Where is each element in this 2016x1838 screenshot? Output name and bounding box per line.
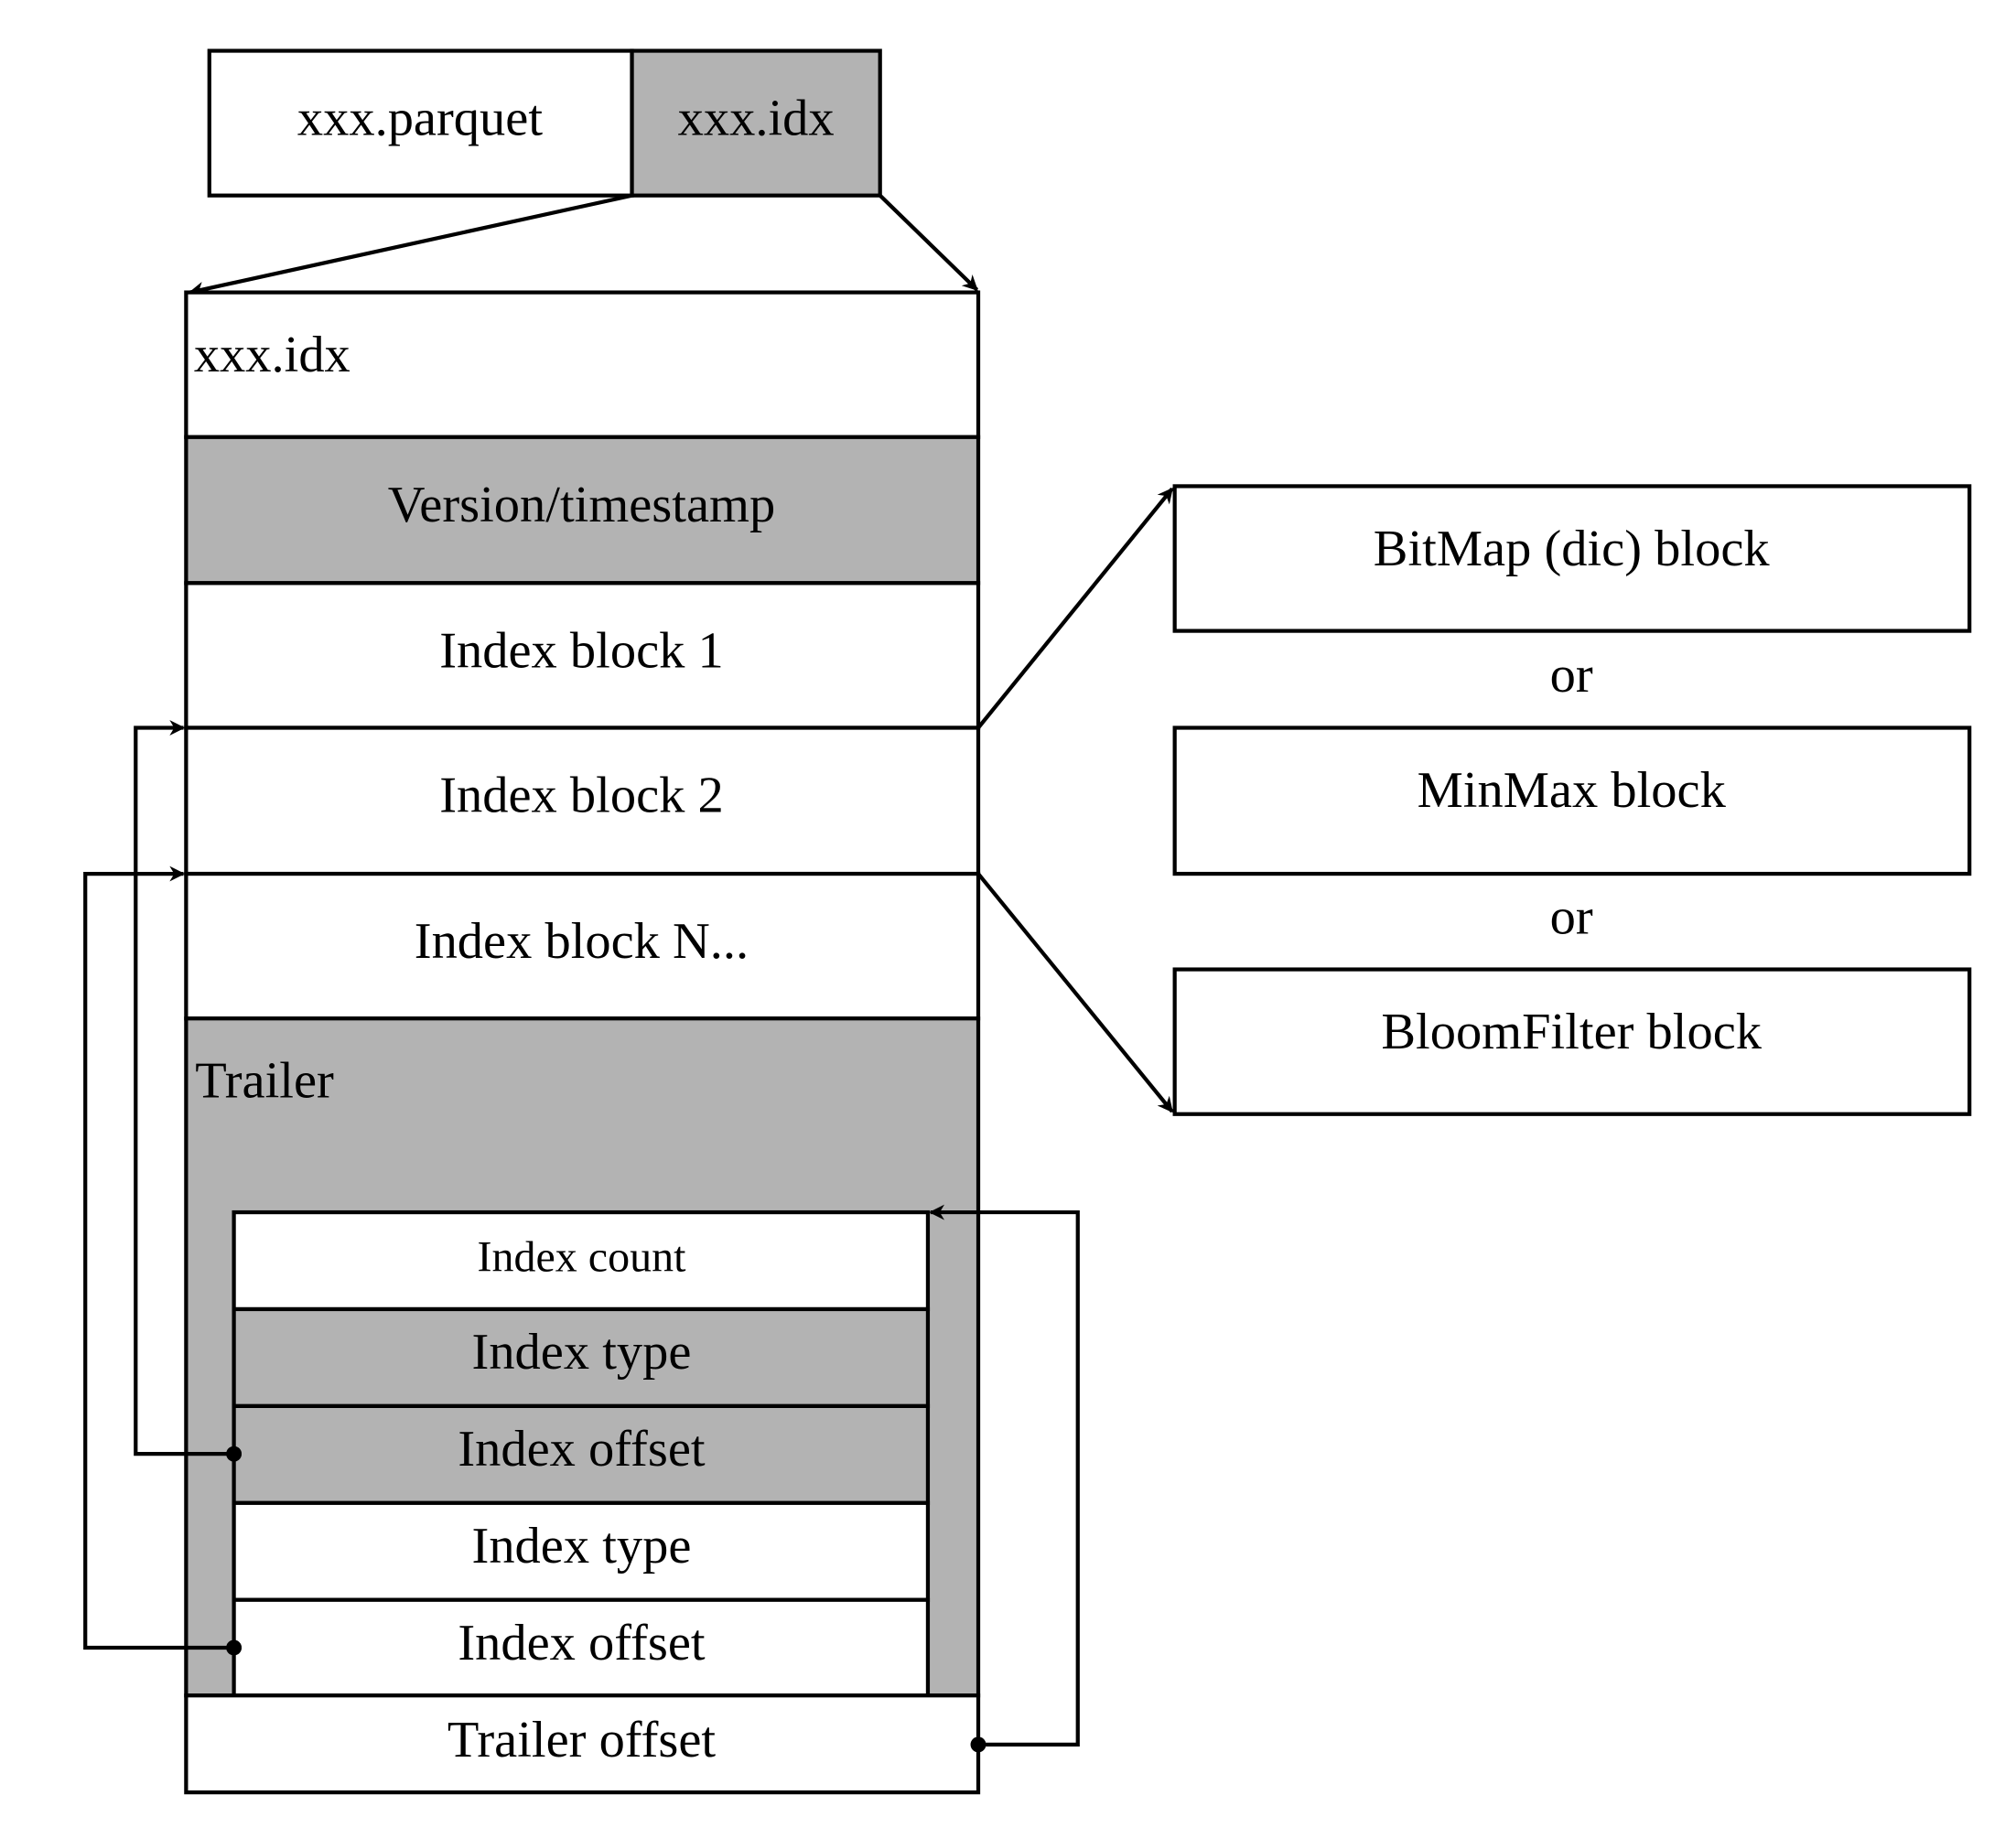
expand-arrow-right [879, 194, 979, 292]
parquet-label: xxx.parquet [297, 91, 543, 147]
expand-arrow-left [188, 193, 633, 297]
bloomfilter-block-label: BloomFilter block [1381, 1004, 1762, 1060]
block-types-group: BitMap (dic) block or MinMax block or Bl… [1172, 484, 1972, 1116]
block-type-arrow-bottom [976, 872, 1174, 1113]
block-type-arrow-top [976, 487, 1174, 729]
idx-label: xxx.idx [678, 91, 835, 147]
minmax-block-label: MinMax block [1418, 762, 1727, 819]
trailer-row-index-offset-1-label: Index offset [458, 1421, 706, 1478]
index-block-2-label: Index block 2 [439, 768, 723, 824]
idx-header-title: xxx.idx [194, 327, 350, 383]
trailer-row-index-count-label: Index count [478, 1233, 687, 1282]
top-file-row: xxx.parquet xxx.idx [207, 48, 882, 198]
trailer-row-index-type-2-label: Index type [472, 1518, 692, 1575]
trailer-title: Trailer [195, 1053, 334, 1110]
trailer-row-index-type-1-label: Index type [472, 1324, 692, 1381]
or-separator-2: or [1550, 888, 1593, 945]
or-separator-1: or [1550, 647, 1593, 704]
trailer-row-index-offset-2-label: Index offset [458, 1615, 706, 1671]
bitmap-block-label: BitMap (dic) block [1374, 521, 1771, 577]
index-file-layout-diagram: xxx.parquet xxx.idx xxx.idx Version/time… [83, 48, 1972, 1795]
idx-file-container: xxx.idx Version/timestamp Index block 1 … [184, 290, 981, 1795]
version-label: Version/timestamp [388, 477, 775, 533]
index-block-1-label: Index block 1 [439, 622, 723, 679]
trailer-offset-label: Trailer offset [447, 1712, 717, 1768]
index-block-n-label: Index block N... [415, 913, 749, 970]
